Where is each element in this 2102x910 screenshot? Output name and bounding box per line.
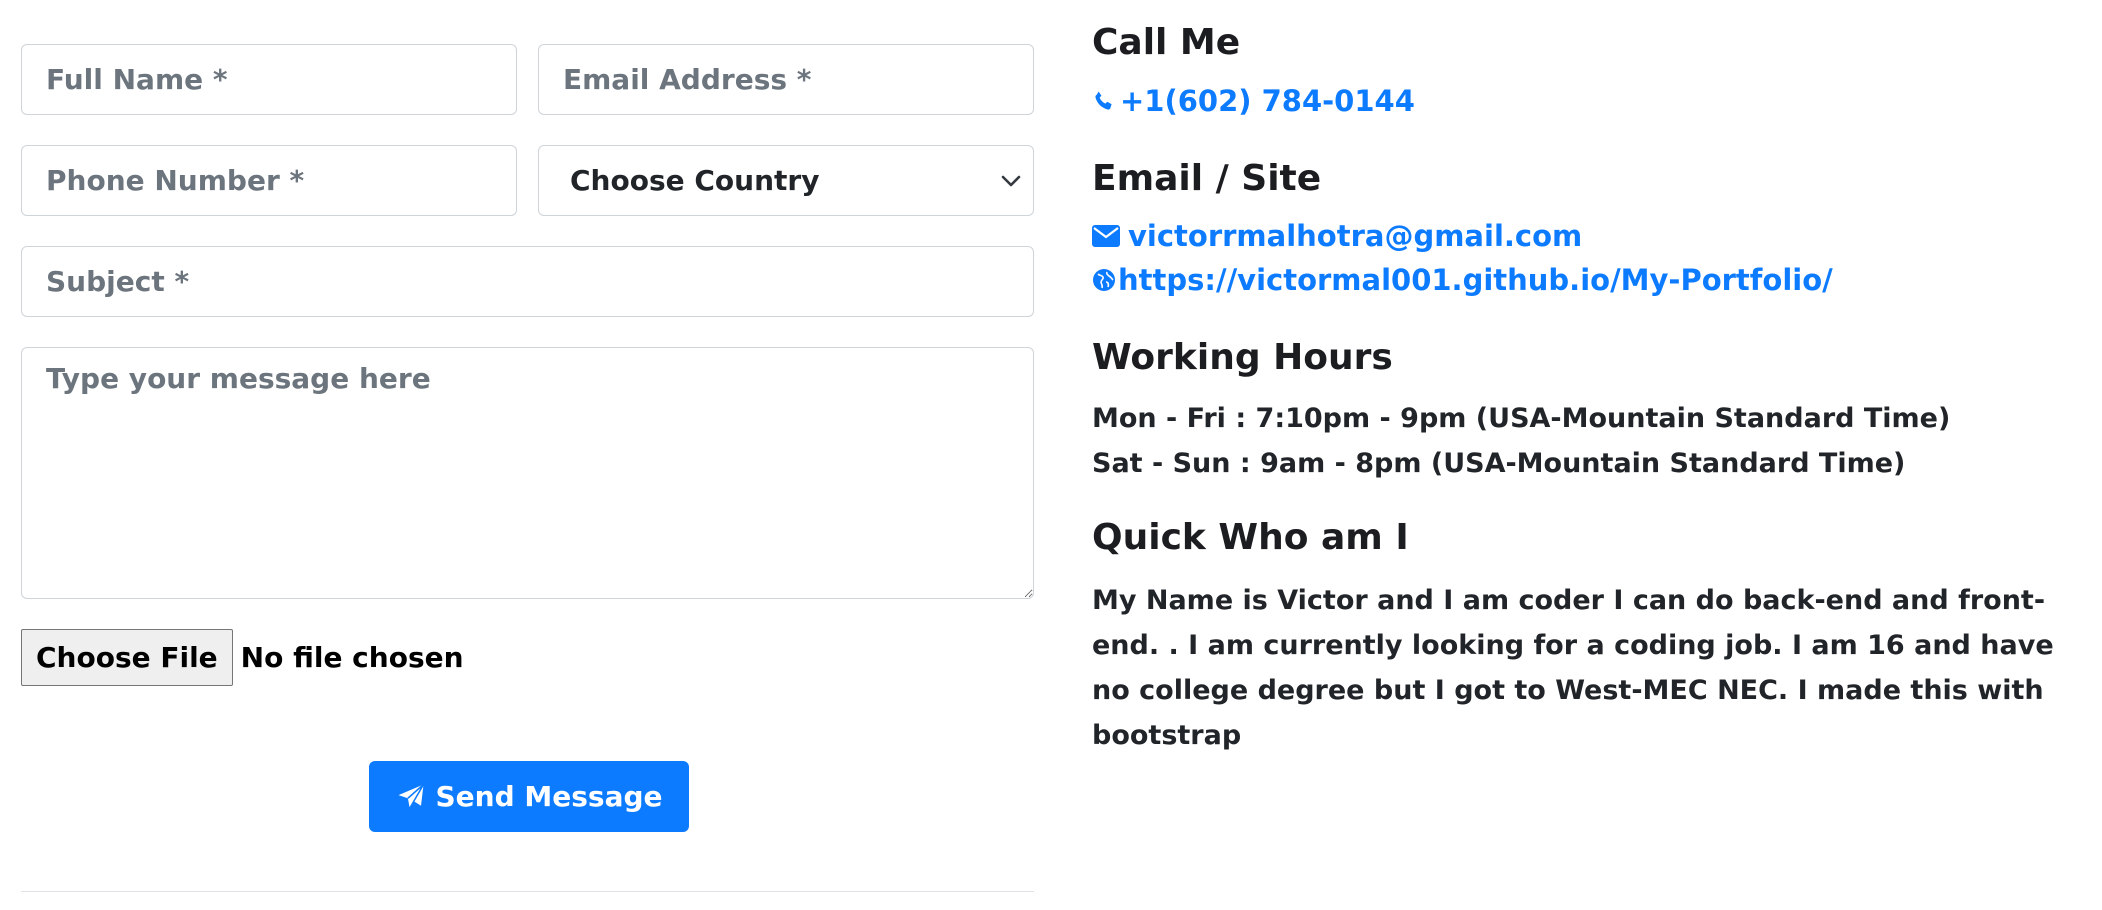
working-hours-heading: Working Hours (1092, 337, 1393, 378)
country-select-value: Choose Country (570, 164, 820, 197)
contact-page: Choose Country Choose File No file chose… (0, 0, 2102, 910)
message-textarea[interactable] (21, 347, 1034, 599)
email-text: victorrmalhotra@gmail.com (1128, 219, 1583, 253)
site-link[interactable]: https://victormal001.github.io/My-Portfo… (1092, 263, 1833, 297)
hours-weekend: Sat - Sun : 9am - 8pm (USA-Mountain Stan… (1092, 448, 1906, 479)
file-upload: Choose File No file chosen (21, 629, 464, 686)
about-text: My Name is Victor and I am coder I can d… (1092, 585, 2054, 751)
file-status-text: No file chosen (240, 641, 464, 674)
country-select[interactable]: Choose Country (538, 145, 1034, 216)
full-name-input[interactable] (21, 44, 517, 115)
subject-input[interactable] (21, 246, 1034, 317)
paper-plane-icon (396, 782, 426, 812)
phone-link[interactable]: +1(602) 784-0144 (1092, 84, 1415, 118)
site-url-text: https://victormal001.github.io/My-Portfo… (1118, 263, 1833, 297)
choose-file-button[interactable]: Choose File (21, 629, 233, 686)
hours-weekday: Mon - Fri : 7:10pm - 9pm (USA-Mountain S… (1092, 403, 1951, 434)
send-message-label: Send Message (435, 780, 663, 813)
about-heading: Quick Who am I (1092, 517, 1409, 558)
call-heading: Call Me (1092, 22, 1241, 63)
chevron-down-icon (989, 175, 1033, 187)
divider (21, 891, 1034, 892)
email-address-input[interactable] (538, 44, 1034, 115)
phone-number-text: +1(602) 784-0144 (1120, 84, 1415, 118)
email-site-heading: Email / Site (1092, 158, 1322, 199)
phone-icon (1092, 89, 1116, 113)
email-link[interactable]: victorrmalhotra@gmail.com (1092, 219, 1582, 253)
phone-number-input[interactable] (21, 145, 517, 216)
envelope-icon (1092, 225, 1120, 247)
send-message-button[interactable]: Send Message (369, 761, 689, 832)
globe-icon (1092, 268, 1116, 292)
